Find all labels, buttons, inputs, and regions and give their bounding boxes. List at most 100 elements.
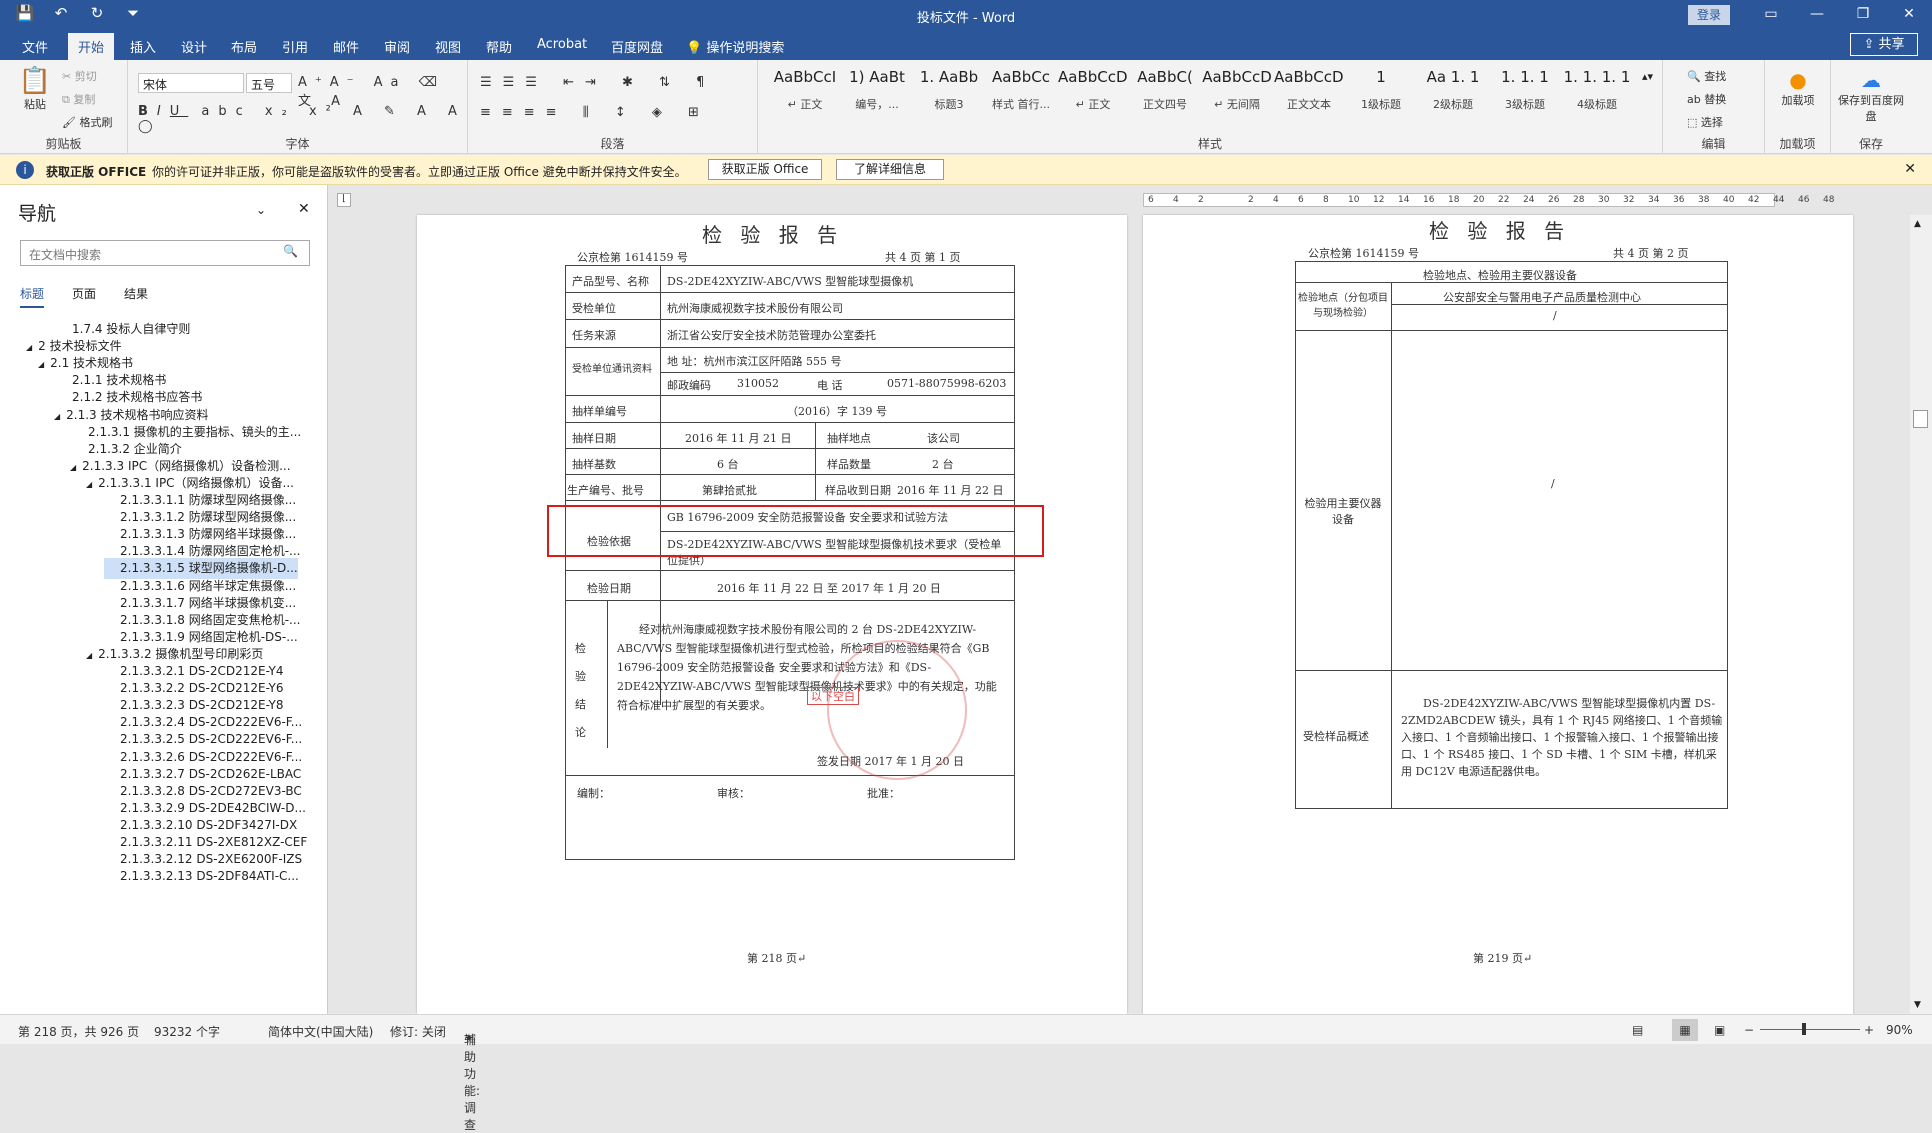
get-genuine-button[interactable]: 获取正版 Office (708, 159, 822, 180)
word-count[interactable]: 93232 个字 (154, 1023, 220, 1040)
style-item[interactable]: 1) AaBt 编号，... (842, 68, 912, 128)
ruler-tick: 46 (1798, 195, 1810, 205)
nav-tab-pages[interactable]: 页面 (72, 285, 96, 308)
tab-insert[interactable]: 插入 (130, 37, 156, 56)
web-layout-icon[interactable]: ▣ (1714, 1023, 1725, 1037)
zoom-in-icon[interactable]: + (1864, 1023, 1874, 1037)
read-mode-icon[interactable]: ▤ (1632, 1023, 1643, 1037)
tab-review[interactable]: 审阅 (384, 37, 410, 56)
scroll-down-icon[interactable]: ▼ (1914, 1000, 1921, 1010)
style-item[interactable]: AaBbCcI ↵ 正文 (770, 68, 840, 128)
close-icon[interactable]: ✕ (1886, 0, 1932, 30)
field-value: （2016）字 139 号 (787, 405, 887, 418)
restore-icon[interactable]: ❐ (1840, 0, 1886, 30)
close-message-icon[interactable]: ✕ (1904, 161, 1916, 177)
paragraph-buttons-row1[interactable]: ☰☰☰ ⇤⇥ ✱ ⇅ ¶ (480, 75, 715, 90)
tab-home[interactable]: 开始 (68, 33, 115, 60)
addins-icon: ● (1789, 68, 1807, 92)
paste-button[interactable]: 📋 粘贴 (18, 66, 52, 112)
ribbon-tabs: 文件 开始 插入 设计 布局 引用 邮件 审阅 视图 帮助 Acrobat 百度… (0, 30, 1932, 60)
scroll-thumb[interactable] (1913, 410, 1928, 428)
style-item[interactable]: 1. 1. 1. 1 4级标题 (1562, 68, 1632, 128)
style-item[interactable]: AaBbCc 样式 首行... (986, 68, 1056, 128)
tab-file[interactable]: 文件 (22, 37, 48, 56)
zoom-level[interactable]: 90% (1886, 1023, 1913, 1037)
font-name-combo[interactable]: 宋体 (138, 73, 244, 93)
collapse-arrow-icon[interactable]: ◢ (86, 480, 92, 489)
style-item[interactable]: AaBbCcDdI ↵ 正文 (1058, 68, 1128, 128)
vertical-scrollbar[interactable]: ▲ ▼ (1910, 215, 1932, 1014)
style-item[interactable]: 1. AaBb 标题3 (914, 68, 984, 128)
zoom-out-icon[interactable]: − (1744, 1023, 1754, 1037)
tell-me-search[interactable]: 💡 操作说明搜索 (686, 37, 784, 56)
tab-selector-icon[interactable]: ⌊ (337, 193, 351, 207)
tab-baidu[interactable]: 百度网盘 (611, 37, 663, 56)
style-item[interactable]: AaBbCcD(正文文本 (1274, 68, 1344, 128)
select-button[interactable]: ⬚ 选择 (1687, 114, 1723, 130)
table-rule (565, 500, 1015, 501)
language[interactable]: 简体中文(中国大陆) (268, 1023, 373, 1040)
print-layout-icon[interactable]: ▦ (1672, 1019, 1698, 1041)
field-value: 该公司 (927, 432, 960, 445)
collapse-arrow-icon[interactable]: ◢ (54, 412, 60, 421)
paste-icon: 📋 (18, 66, 52, 96)
search-icon[interactable]: 🔍 (283, 244, 298, 258)
style-item[interactable]: 1. 1. 1 3级标题 (1490, 68, 1560, 128)
addins-button[interactable]: ● 加载项 (1773, 68, 1823, 108)
login-button[interactable]: 登录 (1688, 5, 1730, 25)
field-value: 杭州海康威视数字技术股份有限公司 (667, 302, 843, 315)
page-219: 检 验 报 告公京检第 1614159 号 共 4 页 第 2 页检验地点、检验用… (1143, 215, 1853, 1014)
paragraph-buttons-row2[interactable]: ≡≡≡≡ ⫼ ↕ ◈ ⊞ (480, 105, 710, 120)
collapse-arrow-icon[interactable]: ◢ (86, 651, 92, 660)
page-count[interactable]: 第 218 页，共 926 页 (18, 1023, 139, 1040)
tab-view[interactable]: 视图 (435, 37, 461, 56)
nav-tab-headings[interactable]: 标题 (20, 285, 45, 308)
signer-label: 编制： (577, 787, 610, 800)
tab-design[interactable]: 设计 (181, 37, 207, 56)
replace-button[interactable]: ab 替换 (1687, 91, 1726, 107)
nav-heading-text: 2.1.3.3.2.4 DS-2CD222EV6-F... (120, 715, 303, 730)
horizontal-ruler[interactable]: 6 4 2 2 4 6 8 10 12 14 16 18 20 22 24 26 28 30 32 34 36 38 40 4… (1143, 193, 1834, 207)
tab-help[interactable]: 帮助 (486, 37, 512, 56)
style-item[interactable]: 1 1级标题 (1346, 68, 1416, 128)
font-buttons-row2[interactable]: BIU abc x₂ x² A ✎ A A ◯ (138, 104, 467, 134)
field-label: 抽样日期 (572, 432, 616, 445)
field-value: 公安部安全与警用电子产品质量检测中心 (1443, 291, 1641, 304)
ribbon: 📋 粘贴 ✂ 剪切 ⧉ 复制 🖌 格式刷 剪贴板 宋体 五号 A⁺A⁻ Aa ⌫ … (0, 60, 1932, 154)
chevron-down-icon[interactable]: ⌄ (256, 203, 266, 217)
nav-heading-item[interactable]: 2.1.3.3.2.13 DS-2DF84ATI-C... (104, 866, 299, 887)
style-item[interactable]: AaBbCcD ↵ 无间隔 (1202, 68, 1272, 128)
tab-references[interactable]: 引用 (282, 37, 308, 56)
minimize-icon[interactable]: — (1794, 0, 1840, 30)
nav-heading-text: 2.1.3.3 IPC（网络摄像机）设备检测... (82, 458, 291, 473)
font-size-combo[interactable]: 五号 (246, 73, 292, 93)
cut-button[interactable]: ✂ 剪切 (62, 68, 97, 84)
track-changes[interactable]: 修订: 关闭 (390, 1023, 446, 1040)
zoom-slider[interactable] (1760, 1029, 1860, 1030)
close-nav-icon[interactable]: ✕ (298, 201, 310, 217)
nav-heading-text: 2.1.2 技术规格书应答书 (72, 390, 203, 405)
tab-layout[interactable]: 布局 (231, 37, 257, 56)
learn-more-button[interactable]: 了解详细信息 (836, 159, 944, 180)
tab-mailings[interactable]: 邮件 (333, 37, 359, 56)
style-item[interactable]: AaBbC(正文四号 (1130, 68, 1200, 128)
style-item[interactable]: Aa 1. 1 2级标题 (1418, 68, 1488, 128)
nav-tab-results[interactable]: 结果 (124, 285, 148, 308)
table-rule (565, 395, 1015, 396)
styles-more-icon[interactable]: ▴▾ (1642, 70, 1653, 83)
scroll-up-icon[interactable]: ▲ (1914, 219, 1921, 229)
collapse-arrow-icon[interactable]: ◢ (38, 360, 44, 369)
ribbon-display-icon[interactable]: ▭ (1748, 0, 1794, 30)
share-button[interactable]: ⇪ 共享 (1850, 33, 1918, 56)
collapse-arrow-icon[interactable]: ◢ (70, 463, 76, 472)
format-painter-button[interactable]: 🖌 格式刷 (62, 114, 112, 130)
find-button[interactable]: 🔍 查找 (1687, 68, 1726, 84)
nav-search-input[interactable]: 在文档中搜索 (20, 240, 310, 266)
table-rule (1295, 282, 1728, 283)
tab-acrobat[interactable]: Acrobat (537, 37, 587, 52)
zoom-thumb[interactable] (1802, 1023, 1806, 1035)
copy-button[interactable]: ⧉ 复制 (62, 91, 95, 107)
style-preview: AaBbCcD (1202, 68, 1272, 86)
save-baidu-button[interactable]: ☁ 保存到百度网盘 (1835, 68, 1907, 124)
collapse-arrow-icon[interactable]: ◢ (26, 343, 32, 352)
